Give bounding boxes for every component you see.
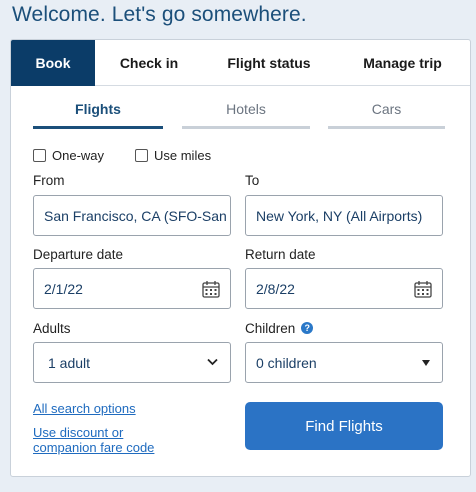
from-value: San Francisco, CA (SFO-San Francisco Int… [44,207,230,224]
return-label: Return date [245,247,316,262]
from-field[interactable]: San Francisco, CA (SFO-San Francisco Int… [33,195,231,236]
subtab-flights[interactable]: Flights [33,101,163,117]
from-label: From [33,173,65,188]
subtab-hotels[interactable]: Hotels [182,101,310,117]
one-way-label: One-way [52,148,105,163]
children-value: 0 children [256,354,317,371]
discount-link-line1[interactable]: Use discount or [33,425,123,440]
caret-down-icon [422,360,430,366]
chevron-down-icon [207,358,218,366]
adults-select[interactable]: 1 adult [33,342,231,383]
tab-check-in[interactable]: Check in [95,40,203,86]
to-field[interactable]: New York, NY (All Airports) [245,195,443,236]
all-search-options-link[interactable]: All search options [33,401,136,416]
departure-label: Departure date [33,247,124,262]
discount-link-line2[interactable]: companion fare code [33,440,154,455]
children-label-row: Children? [245,321,314,336]
use-miles-label: Use miles [154,148,212,163]
subtab-hotels-underline [182,126,310,129]
use-miles-option[interactable]: Use miles [135,148,211,163]
booking-card: Book Check in Flight status Manage trip … [10,39,471,477]
to-label: To [245,173,260,188]
adults-value: 1 adult [48,354,91,371]
tab-manage-trip[interactable]: Manage trip [335,40,470,86]
departure-date-field[interactable]: 2/1/22 [33,268,231,309]
children-label: Children [245,321,296,336]
adults-label: Adults [33,321,71,336]
to-value: New York, NY (All Airports) [256,207,423,224]
return-date-field[interactable]: 2/8/22 [245,268,443,309]
one-way-checkbox[interactable] [33,149,46,162]
tab-book[interactable]: Book [11,40,95,86]
find-flights-button[interactable]: Find Flights [245,402,443,450]
top-tabs: Book Check in Flight status Manage trip [11,40,470,86]
subtab-cars-underline [328,126,445,129]
sub-tabs: Flights Hotels Cars [11,87,470,131]
departure-value: 2/1/22 [44,280,83,297]
children-select[interactable]: 0 children [245,342,443,383]
one-way-option[interactable]: One-way [33,148,104,163]
help-icon[interactable]: ? [301,322,314,335]
use-miles-checkbox[interactable] [135,149,148,162]
tab-flight-status[interactable]: Flight status [203,40,335,86]
subtab-cars[interactable]: Cars [328,101,445,117]
calendar-icon[interactable] [202,280,220,298]
return-value: 2/8/22 [256,280,295,297]
page-title: Welcome. Let's go somewhere. [12,3,307,26]
calendar-icon[interactable] [414,280,432,298]
subtab-flights-underline [33,126,163,129]
